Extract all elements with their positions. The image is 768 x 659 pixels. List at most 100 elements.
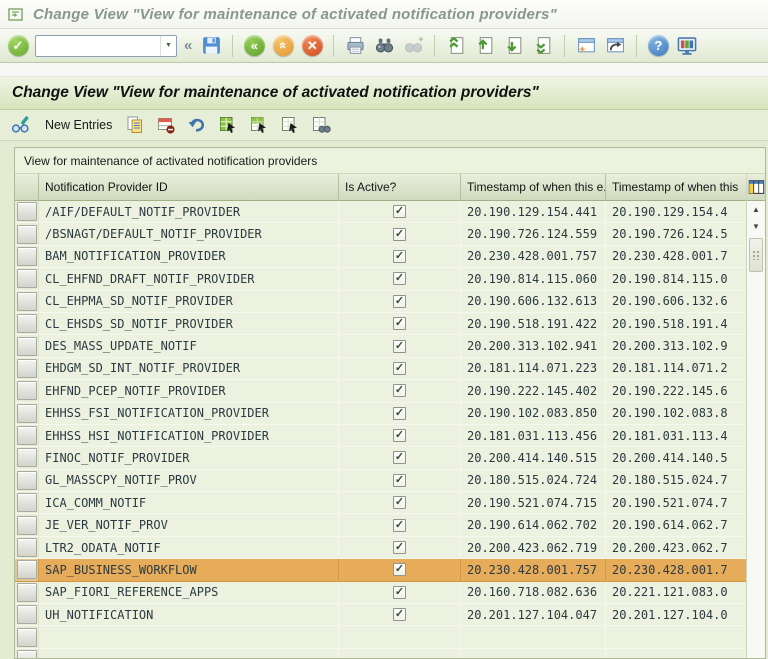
row-select-button[interactable]	[16, 291, 37, 311]
active-checkbox[interactable]: ✓	[393, 541, 406, 555]
row-select-button[interactable]	[16, 224, 37, 244]
row-select-button[interactable]	[16, 605, 37, 625]
page-up-button[interactable]	[473, 34, 497, 58]
provider-id-cell[interactable]: /BSNAGT/DEFAULT_NOTIF_PROVIDER	[39, 223, 339, 246]
active-checkbox[interactable]: ✓	[393, 429, 406, 443]
row-select-button[interactable]	[16, 448, 37, 468]
select-all-button[interactable]	[216, 113, 240, 137]
active-checkbox[interactable]: ✓	[393, 563, 406, 577]
scroll-up-button[interactable]: ▲	[747, 201, 765, 218]
row-select-button[interactable]	[16, 515, 37, 535]
row-select-button[interactable]	[16, 470, 37, 490]
provider-id-cell[interactable]: EHFND_PCEP_NOTIF_PROVIDER	[39, 380, 339, 403]
provider-id-cell[interactable]: /AIF/DEFAULT_NOTIF_PROVIDER	[39, 201, 339, 224]
table-settings-button[interactable]	[747, 174, 765, 201]
active-checkbox[interactable]: ✓	[393, 518, 406, 532]
active-checkbox[interactable]: ✓	[393, 585, 406, 599]
active-checkbox[interactable]: ✓	[393, 608, 406, 622]
provider-id-cell[interactable]: SAP_BUSINESS_WORKFLOW	[39, 559, 339, 582]
column-header-timestamp-2[interactable]: Timestamp of when this	[606, 174, 746, 201]
provider-id-cell[interactable]: CL_EHPMA_SD_NOTIF_PROVIDER	[39, 290, 339, 313]
row-select-button[interactable]	[16, 336, 37, 356]
active-checkbox[interactable]: ✓	[393, 361, 406, 375]
row-select-button[interactable]	[16, 403, 37, 423]
provider-id-cell[interactable]: GL_MASSCPY_NOTIF_PROV	[39, 469, 339, 493]
provider-id-cell[interactable]: SAP_FIORI_REFERENCE_APPS	[39, 581, 339, 605]
help-button[interactable]: ?	[646, 34, 670, 58]
active-checkbox[interactable]: ✓	[393, 451, 406, 465]
delete-row-button[interactable]	[154, 113, 178, 137]
active-checkbox[interactable]: ✓	[393, 384, 406, 398]
column-header-is-active[interactable]: Is Active?	[339, 174, 461, 201]
row-select-button[interactable]	[16, 314, 37, 334]
provider-id-cell[interactable]: UH_NOTIFICATION	[39, 604, 339, 627]
provider-id-cell[interactable]: EHHSS_FSI_NOTIFICATION_PROVIDER	[39, 402, 339, 425]
row-select-button[interactable]	[16, 650, 37, 658]
row-select-button[interactable]	[16, 269, 37, 289]
row-select-button[interactable]	[16, 560, 37, 580]
provider-id-cell[interactable]: CL_EHFND_DRAFT_NOTIF_PROVIDER	[39, 268, 339, 291]
active-checkbox[interactable]: ✓	[393, 294, 406, 308]
position-button[interactable]	[309, 113, 333, 137]
provider-id-cell[interactable]	[39, 626, 339, 649]
provider-id-cell[interactable]: LTR2_ODATA_NOTIF	[39, 536, 339, 560]
column-header-provider-id[interactable]: Notification Provider ID	[39, 174, 339, 201]
display-change-button[interactable]	[8, 113, 34, 137]
deselect-all-button[interactable]	[278, 113, 302, 137]
row-select-button[interactable]	[16, 202, 37, 222]
first-page-button[interactable]	[444, 34, 468, 58]
row-select-button[interactable]	[16, 358, 37, 378]
provider-id-cell[interactable]	[39, 648, 339, 658]
vertical-scrollbar[interactable]: ▲ ▼	[746, 174, 765, 658]
provider-id-cell[interactable]: EHDGM_SD_INT_NOTIF_PROVIDER	[39, 357, 339, 381]
active-checkbox[interactable]: ✓	[393, 406, 406, 420]
scroll-down-button[interactable]: ▼	[747, 218, 765, 235]
copy-as-button[interactable]	[123, 113, 147, 137]
active-checkbox[interactable]: ✓	[393, 317, 406, 331]
find-button[interactable]	[372, 34, 396, 58]
active-checkbox[interactable]: ✓	[393, 473, 406, 487]
command-dropdown-icon[interactable]: ▼	[160, 35, 176, 56]
scrollbar-thumb[interactable]	[749, 238, 763, 272]
row-select-button[interactable]	[16, 582, 37, 602]
active-checkbox[interactable]: ✓	[393, 496, 406, 510]
column-header-timestamp-1[interactable]: Timestamp of when this e...	[461, 174, 606, 201]
save-button[interactable]	[199, 34, 223, 58]
cancel-button[interactable]: ✕	[300, 34, 324, 58]
back-button[interactable]: «	[242, 34, 266, 58]
page-down-button[interactable]	[502, 34, 526, 58]
command-field[interactable]: ▼	[35, 34, 177, 57]
provider-id-cell[interactable]: CL_EHSDS_SD_NOTIF_PROVIDER	[39, 312, 339, 336]
provider-id-cell[interactable]: FINOC_NOTIF_PROVIDER	[39, 447, 339, 470]
select-all-header-cell[interactable]	[15, 174, 39, 201]
new-session-button[interactable]	[574, 34, 598, 58]
row-select-button[interactable]	[16, 627, 37, 647]
provider-id-cell[interactable]: BAM_NOTIFICATION_PROVIDER	[39, 245, 339, 269]
scrollbar-track[interactable]	[747, 272, 765, 658]
print-button[interactable]	[343, 34, 367, 58]
row-select-button[interactable]	[16, 538, 37, 558]
row-select-button[interactable]	[16, 381, 37, 401]
provider-id-cell[interactable]: DES_MASS_UPDATE_NOTIF	[39, 335, 339, 358]
active-checkbox[interactable]: ✓	[393, 205, 406, 219]
create-shortcut-button[interactable]	[603, 34, 627, 58]
provider-id-cell[interactable]: EHHSS_HSI_NOTIFICATION_PROVIDER	[39, 424, 339, 448]
active-checkbox[interactable]: ✓	[393, 272, 406, 286]
enter-button[interactable]: ✓	[6, 34, 30, 58]
provider-id-cell[interactable]: JE_VER_NOTIF_PROV	[39, 514, 339, 537]
new-entries-button[interactable]: New Entries	[41, 113, 116, 137]
provider-id-cell[interactable]: ICA_COMM_NOTIF	[39, 492, 339, 515]
row-select-button[interactable]	[16, 493, 37, 513]
undo-button[interactable]	[185, 113, 209, 137]
active-checkbox[interactable]: ✓	[393, 339, 406, 353]
customize-layout-button[interactable]	[675, 34, 699, 58]
exit-button[interactable]: «	[271, 34, 295, 58]
find-next-button[interactable]	[401, 34, 425, 58]
command-input[interactable]	[36, 36, 160, 55]
row-select-button[interactable]	[16, 426, 37, 446]
last-page-button[interactable]	[531, 34, 555, 58]
active-checkbox[interactable]: ✓	[393, 227, 406, 241]
active-checkbox[interactable]: ✓	[393, 249, 406, 263]
select-block-button[interactable]	[247, 113, 271, 137]
row-select-button[interactable]	[16, 246, 37, 266]
